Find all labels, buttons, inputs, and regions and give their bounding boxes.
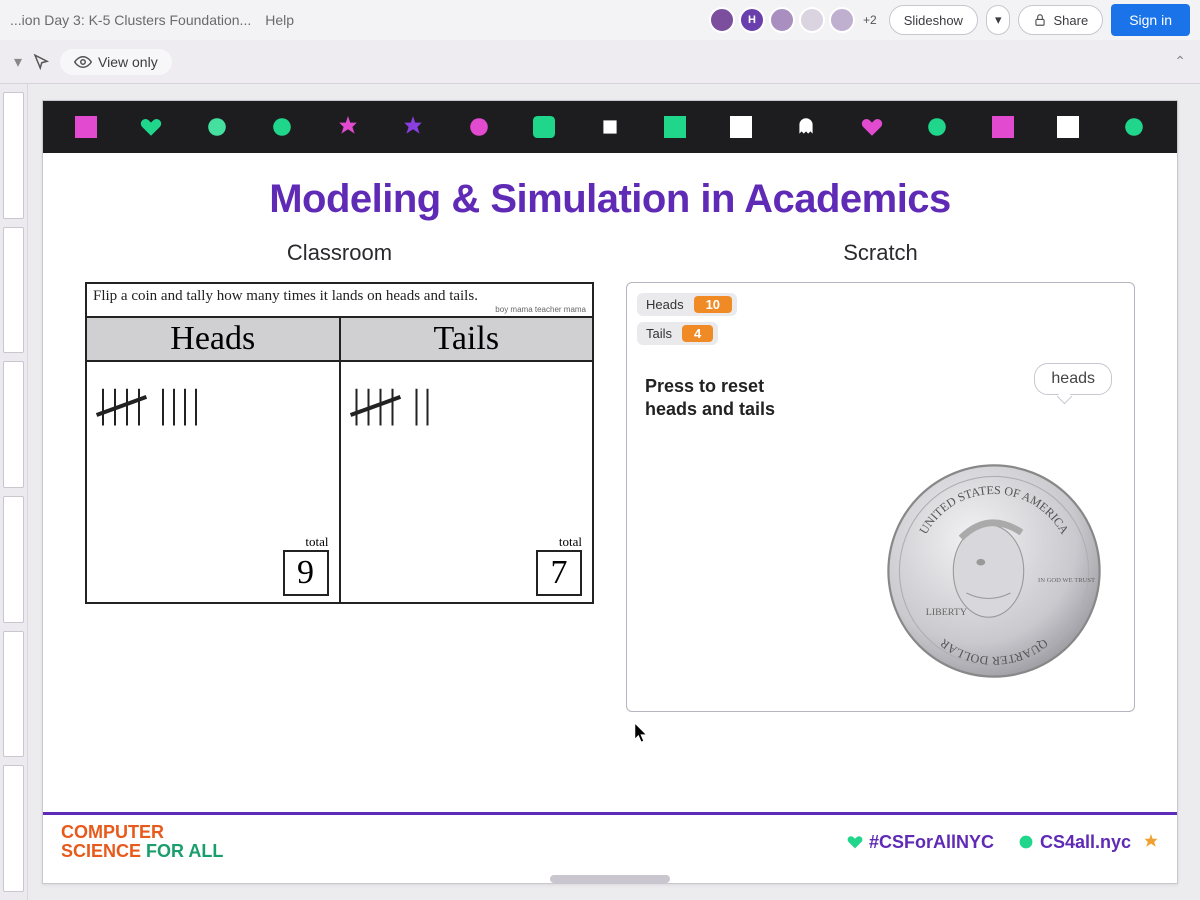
pixel-sparkle-icon [1143, 834, 1159, 850]
total-label: total [305, 534, 328, 550]
brand-logo: COMPUTER SCIENCE FOR ALL [61, 823, 223, 861]
variable-value: 10 [694, 296, 732, 313]
avatar[interactable] [829, 7, 855, 33]
collapse-toolbar-button[interactable]: ⌃ [1174, 53, 1186, 70]
pixel-icon [75, 116, 97, 138]
variable-value: 4 [682, 325, 713, 342]
document-title: ...ion Day 3: K-5 Clusters Foundation... [10, 12, 251, 28]
share-button[interactable]: Share [1018, 5, 1103, 35]
slide-canvas[interactable]: Modeling & Simulation in Academics Class… [42, 100, 1178, 884]
tally-group-5: |||| [353, 380, 401, 427]
pixel-icon [271, 116, 293, 138]
pointer-tool-icon[interactable] [32, 53, 50, 71]
thumbnail[interactable] [3, 765, 24, 892]
pixel-icon [402, 116, 424, 138]
horizontal-scrollbar[interactable] [550, 875, 670, 883]
secondary-toolbar: ▾ View only ⌃ [0, 40, 1200, 84]
svg-text:LIBERTY: LIBERTY [926, 607, 967, 618]
sign-in-button[interactable]: Sign in [1111, 4, 1190, 36]
thumbnail[interactable] [3, 227, 24, 354]
tally-group-5: |||| [99, 380, 147, 427]
undo-dropdown[interactable]: ▾ [14, 52, 22, 72]
pixel-globe-icon [1018, 834, 1034, 850]
collaborator-avatars[interactable]: H +2 [709, 7, 881, 33]
worksheet-instruction: Flip a coin and tally how many times it … [87, 284, 592, 305]
column-heading-classroom: Classroom [85, 240, 594, 266]
pixel-pacman-icon [468, 116, 490, 138]
quarter-coin-icon: UNITED STATES OF AMERICA QUARTER DOLLAR … [884, 461, 1104, 681]
total-heads: 9 [283, 550, 329, 596]
pixel-icon [599, 116, 621, 138]
svg-text:IN GOD WE TRUST: IN GOD WE TRUST [1038, 577, 1095, 584]
lock-icon [1033, 13, 1047, 27]
avatar[interactable] [709, 7, 735, 33]
scratch-variable-heads: Heads 10 [637, 293, 737, 316]
pixel-icon [1057, 116, 1079, 138]
tally-marks: |||| [159, 380, 203, 427]
help-menu[interactable]: Help [265, 12, 294, 28]
tally-marks: || [413, 380, 435, 427]
app-topbar: ...ion Day 3: K-5 Clusters Foundation...… [0, 0, 1200, 40]
slideshow-button[interactable]: Slideshow [889, 5, 978, 35]
thumbnail[interactable] [3, 361, 24, 488]
avatar[interactable] [799, 7, 825, 33]
pixel-ghost-icon [795, 116, 817, 138]
pixel-heart-icon [847, 834, 863, 850]
pixel-face-icon [533, 116, 555, 138]
pixel-heart-icon [861, 116, 883, 138]
more-avatars[interactable]: +2 [859, 13, 881, 27]
avatar[interactable]: H [739, 7, 765, 33]
column-heading-scratch: Scratch [626, 240, 1135, 266]
thumbnail[interactable] [3, 496, 24, 623]
slide-title: Modeling & Simulation in Academics [43, 177, 1177, 222]
tally-worksheet: Flip a coin and tally how many times it … [85, 282, 594, 604]
total-tails: 7 [536, 550, 582, 596]
slide-footer: COMPUTER SCIENCE FOR ALL #CSForAllNYC CS… [43, 812, 1177, 871]
pixel-invader-icon [992, 116, 1014, 138]
decorative-pixel-row [43, 101, 1177, 153]
thumbnail[interactable] [3, 92, 24, 219]
pixel-star-icon [337, 116, 359, 138]
scratch-stage: Heads 10 Tails 4 Press to reset heads an… [626, 282, 1135, 712]
pixel-icon [730, 116, 752, 138]
worksheet-credit: boy mama teacher mama [87, 305, 592, 316]
total-label: total [559, 534, 582, 550]
reset-instruction-text: Press to reset heads and tails [645, 375, 805, 422]
footer-site: CS4all.nyc [1018, 832, 1159, 853]
speech-bubble: heads [1034, 363, 1112, 395]
eye-icon [74, 53, 92, 71]
avatar[interactable] [769, 7, 795, 33]
pixel-icon [206, 116, 228, 138]
thumbnail[interactable] [3, 631, 24, 758]
worksheet-header-heads: Heads [87, 318, 339, 360]
slide-thumbnails[interactable] [0, 84, 28, 900]
view-only-badge[interactable]: View only [60, 49, 172, 75]
pixel-heart-icon [140, 116, 162, 138]
worksheet-header-tails: Tails [339, 318, 593, 360]
tally-cell-heads: |||| |||| total 9 [87, 362, 339, 602]
scratch-variable-tails: Tails 4 [637, 322, 718, 345]
pixel-icon [926, 116, 948, 138]
tally-cell-tails: |||| || total 7 [339, 362, 593, 602]
pixel-invader-icon [664, 116, 686, 138]
slideshow-dropdown[interactable]: ▾ [986, 5, 1011, 35]
pixel-icon [1123, 116, 1145, 138]
footer-hashtag: #CSForAllNYC [847, 832, 994, 853]
